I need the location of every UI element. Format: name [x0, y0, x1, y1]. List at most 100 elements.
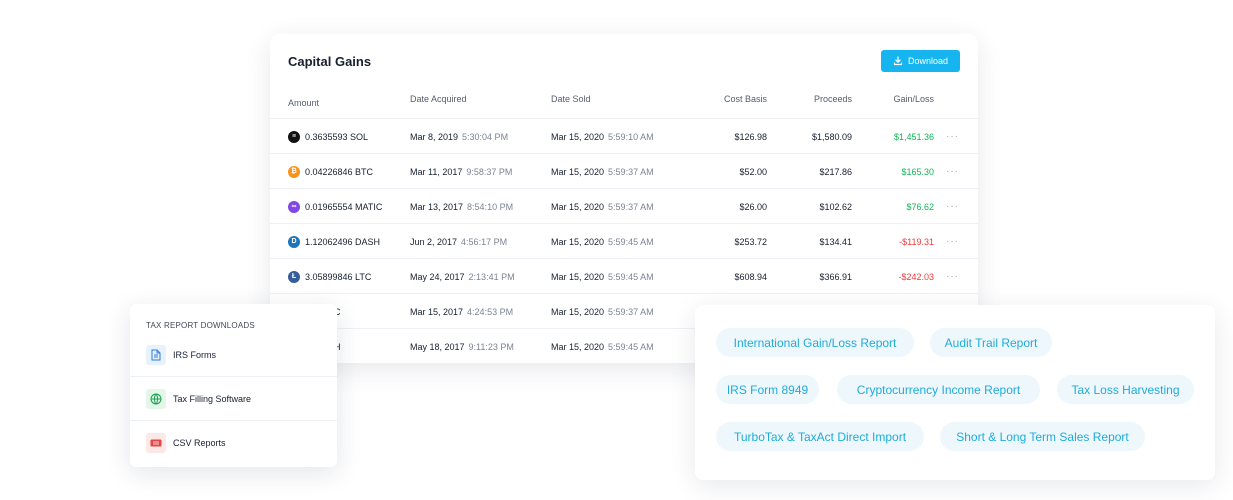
date-sold-cell: Mar 15, 2020 5:59:37 AM [551, 189, 654, 224]
table-row[interactable]: ≡ 0.3635593 SOL Mar 8, 2019 5:30:04 PM Mar 1… [270, 119, 978, 154]
amount-value: 0.04226846 BTC [305, 166, 374, 177]
amount-cell: Ł 3.05899846 LTC [288, 259, 371, 294]
date-acquired-cell: Mar 15, 2017 4:24:53 PM [410, 294, 513, 329]
amount-cell: ≡ 0.3635593 SOL [288, 119, 368, 154]
date-acquired-cell: Mar 13, 2017 8:54:10 PM [410, 189, 513, 224]
date-sold: Mar 15, 2020 [551, 341, 605, 352]
time-acquired: 8:54:10 PM [467, 201, 514, 212]
report-pill-audit-trail[interactable]: Audit Trail Report [930, 328, 1052, 357]
time-sold: 5:59:37 AM [608, 306, 654, 317]
date-acquired-cell: May 24, 2017 2:13:41 PM [410, 259, 515, 294]
more-options-icon[interactable]: ··· [946, 154, 959, 189]
cost-basis-cell: $26.00 [739, 201, 767, 212]
cost-basis-cell: $52.00 [739, 166, 767, 177]
report-pill-cryptocurrency-income[interactable]: Cryptocurrency Income Report [837, 375, 1040, 404]
date-sold: Mar 15, 2020 [551, 306, 605, 317]
time-sold: 5:59:37 AM [608, 201, 654, 212]
more-options-icon[interactable]: ··· [946, 259, 959, 294]
time-sold: 5:59:45 AM [608, 236, 654, 247]
date-acquired: Jun 2, 2017 [410, 236, 458, 247]
time-sold: 5:59:37 AM [608, 166, 654, 177]
gain-loss-cell: $1,451.36 [893, 131, 934, 142]
date-sold-cell: Mar 15, 2020 5:59:45 AM [551, 329, 654, 364]
cost-basis-cell: $126.98 [734, 131, 767, 142]
report-pill-turbotax-taxact-import[interactable]: TurboTax & TaxAct Direct Import [716, 422, 924, 451]
tax-item-label: CSV Reports [173, 438, 226, 448]
date-sold-cell: Mar 15, 2020 5:59:37 AM [551, 154, 654, 189]
date-acquired: Mar 15, 2017 [410, 306, 464, 317]
more-options-icon[interactable]: ··· [946, 224, 959, 259]
date-acquired: May 18, 2017 [410, 341, 465, 352]
column-header-amount[interactable]: Amount [288, 98, 319, 108]
date-acquired: May 24, 2017 [410, 271, 465, 282]
tax-report-downloads-card: TAX REPORT DOWNLOADS IRS Forms Tax Filli… [130, 304, 337, 467]
download-button[interactable]: Download [881, 50, 960, 72]
proceeds-cell: $134.41 [819, 236, 852, 247]
date-sold-cell: Mar 15, 2020 5:59:45 AM [551, 259, 654, 294]
amount-value: 3.05899846 LTC [305, 271, 372, 282]
card-title: Capital Gains [288, 54, 372, 69]
time-acquired: 4:56:17 PM [461, 236, 508, 247]
date-sold: Mar 15, 2020 [551, 131, 605, 142]
table-row[interactable]: D 1.12062496 DASH Jun 2, 2017 4:56:17 PM Mar… [270, 224, 978, 259]
column-header-cost-basis[interactable]: Cost Basis [690, 94, 767, 104]
more-options-icon[interactable]: ··· [946, 119, 959, 154]
amount-value: 0.3635593 SOL [305, 131, 369, 142]
date-sold-cell: Mar 15, 2020 5:59:45 AM [551, 224, 654, 259]
sol-icon: ≡ [288, 130, 300, 143]
date-acquired: Mar 11, 2017 [410, 166, 463, 177]
table-row[interactable]: Ł 3.05899846 LTC May 24, 2017 2:13:41 PM Mar… [270, 259, 978, 294]
time-acquired: 2:13:41 PM [468, 271, 515, 282]
download-icon [893, 56, 903, 66]
time-sold: 5:59:45 AM [608, 271, 654, 282]
report-pill-short-long-term-sales[interactable]: Short & Long Term Sales Report [940, 422, 1145, 451]
gain-loss-cell: -$242.03 [898, 271, 934, 282]
date-sold: Mar 15, 2020 [551, 201, 605, 212]
column-header-date-acquired[interactable]: Date Acquired [410, 94, 467, 104]
cost-basis-cell: $608.94 [734, 271, 767, 282]
date-acquired: Mar 13, 2017 [410, 201, 464, 212]
column-header-proceeds[interactable]: Proceeds [770, 94, 852, 104]
tax-item-label: Tax Filling Software [173, 393, 252, 404]
table-row[interactable]: ₿ 0.04226846 BTC Mar 11, 2017 9:58:37 PM Mar… [270, 154, 978, 189]
dash-icon: D [288, 235, 300, 248]
column-header-gain-loss[interactable]: Gain/Loss [855, 94, 934, 104]
report-pill-irs-form-8949[interactable]: IRS Form 8949 [716, 375, 819, 404]
date-acquired: Mar 8, 2019 [410, 131, 459, 142]
time-acquired: 4:24:53 PM [467, 306, 514, 317]
date-acquired-cell: Jun 2, 2017 4:56:17 PM [410, 224, 507, 259]
gain-loss-cell: $76.62 [906, 201, 934, 212]
amount-value: 1.12062496 DASH [305, 236, 381, 247]
report-pill-tax-loss-harvesting[interactable]: Tax Loss Harvesting [1057, 375, 1194, 404]
proceeds-cell: $102.62 [819, 201, 852, 212]
globe-icon [146, 388, 166, 409]
date-acquired-cell: Mar 11, 2017 9:58:37 PM [410, 154, 512, 189]
more-options-icon[interactable]: ··· [946, 189, 959, 224]
report-pill-international-gain-loss[interactable]: International Gain/Loss Report [716, 328, 914, 357]
tax-item-csv-reports[interactable]: CSV Reports [130, 421, 337, 465]
reports-card: International Gain/Loss Report Audit Tra… [695, 305, 1215, 480]
date-acquired-cell: Mar 8, 2019 5:30:04 PM [410, 119, 508, 154]
date-acquired-cell: May 18, 2017 9:11:23 PM [410, 329, 514, 364]
time-acquired: 9:11:23 PM [468, 341, 514, 352]
download-label: Download [907, 56, 949, 66]
date-sold: Mar 15, 2020 [551, 236, 605, 247]
tax-item-label: IRS Forms [173, 349, 217, 360]
time-acquired: 5:30:04 PM [462, 131, 509, 142]
table-row[interactable]: ∞ 0.01965554 MATIC Mar 13, 2017 8:54:10 PM M… [270, 189, 978, 224]
date-sold: Mar 15, 2020 [551, 271, 605, 282]
amount-cell: D 1.12062496 DASH [288, 224, 380, 259]
gain-loss-cell: $165.30 [901, 166, 934, 177]
document-icon [146, 344, 166, 365]
amount-cell: ∞ 0.01965554 MATIC [288, 189, 382, 224]
tax-downloads-title: TAX REPORT DOWNLOADS [146, 321, 255, 330]
matic-icon: ∞ [288, 200, 300, 213]
tax-item-tax-filling-software[interactable]: Tax Filling Software [130, 377, 337, 421]
btc-icon: ₿ [288, 165, 300, 178]
date-sold: Mar 15, 2020 [551, 166, 605, 177]
column-header-date-sold[interactable]: Date Sold [551, 94, 591, 104]
csv-file-icon [146, 433, 166, 453]
tax-item-irs-forms[interactable]: IRS Forms [130, 333, 337, 377]
time-sold: 5:59:45 AM [608, 341, 654, 352]
proceeds-cell: $217.86 [819, 166, 852, 177]
